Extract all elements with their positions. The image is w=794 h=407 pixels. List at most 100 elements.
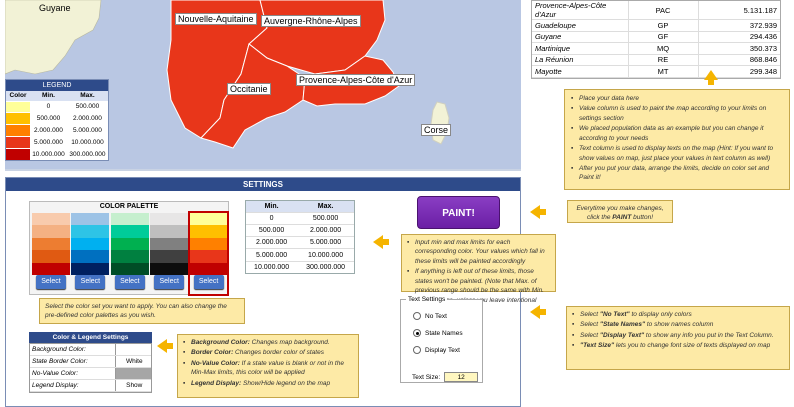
limit-min-cell[interactable]: 0 — [246, 211, 298, 225]
legend-min: 10.000.000 — [30, 147, 67, 160]
text-note-bold: "State Names" — [599, 321, 646, 329]
data-value-cell[interactable]: 372.939 — [697, 19, 780, 32]
limit-max-cell[interactable]: 10.000.000 — [297, 248, 354, 262]
palette-swatch — [110, 213, 149, 226]
data-row: Guadeloupe GP 372.939 — [532, 19, 780, 32]
radio-dot-icon[interactable] — [413, 312, 421, 320]
limits-note-item: Input min and max limits for each corres… — [407, 238, 550, 266]
data-code-cell[interactable]: MT — [627, 65, 698, 78]
text-option-radio[interactable]: No Text — [413, 312, 447, 320]
palette-swatch — [150, 225, 189, 238]
data-value-cell[interactable]: 294.436 — [697, 31, 780, 43]
color-setting-label: State Border Color: — [30, 355, 115, 369]
data-code-cell[interactable]: PAC — [627, 1, 698, 20]
limits-note: Input min and max limits for each corres… — [401, 234, 556, 313]
data-value-cell[interactable]: 5.131.187 — [697, 1, 780, 20]
limit-max-cell[interactable]: 2.000.000 — [297, 223, 354, 237]
legend-max: 10.000.000 — [66, 135, 108, 149]
limit-max-cell[interactable]: 500.000 — [297, 211, 354, 225]
radio-dot-icon[interactable] — [413, 346, 421, 354]
palette-select-button[interactable]: Select — [114, 275, 145, 289]
paint-button[interactable]: PAINT! — [417, 196, 500, 229]
legend-swatch — [6, 100, 30, 113]
data-name-cell[interactable]: Mayotte — [532, 65, 628, 78]
legend-row: 0 500.000 — [6, 100, 108, 113]
palette-swatch — [32, 262, 70, 275]
radio-dot-icon[interactable] — [413, 329, 421, 337]
text-note-item: Select "No Text" to display only colors — [572, 310, 784, 320]
data-row: Martinique MQ 350.373 — [532, 42, 780, 55]
color-setting-row: No-Value Color: — [30, 367, 151, 380]
color-note-item: No-Value Color: If a state value is blan… — [183, 359, 353, 378]
legend-row: 500.000 2.000.000 — [6, 112, 108, 125]
text-option-radio[interactable]: State Names — [413, 329, 463, 337]
text-option-radio[interactable]: Display Text — [413, 346, 460, 354]
color-setting-row: Legend Display: Show — [30, 379, 151, 392]
data-code-cell[interactable]: GF — [627, 31, 698, 43]
guyane-inset: Guyane — [5, 0, 109, 78]
palette-column — [110, 213, 149, 275]
label-corse: Corse — [421, 124, 452, 136]
color-setting-value[interactable]: White — [114, 355, 151, 369]
palette-swatch — [110, 237, 149, 251]
data-name-cell[interactable]: Guyane — [532, 31, 628, 43]
data-value-cell[interactable]: 868.846 — [697, 54, 780, 66]
color-note-text: Show/Hide legend on the map — [241, 379, 331, 387]
limits-header-max: Max. — [297, 201, 354, 212]
data-code-cell[interactable]: MQ — [627, 42, 698, 55]
palette-swatch — [150, 213, 189, 226]
limit-max-cell[interactable]: 300.000.000 — [297, 260, 354, 274]
paint-note-line3: button! — [633, 214, 654, 222]
text-size-input[interactable]: 12 — [444, 372, 479, 382]
data-name-cell[interactable]: La Réunion — [532, 54, 628, 66]
arrow-left-stem — [382, 239, 389, 245]
color-note-item: Legend Display: Show/Hide legend on the … — [183, 379, 353, 389]
color-note-bold: Background Color: — [191, 339, 250, 346]
palette-select-button[interactable]: Select — [75, 275, 106, 289]
data-note-item: We placed population data as an example … — [571, 124, 783, 143]
legend-swatch — [6, 135, 30, 149]
data-name-cell[interactable]: Guadeloupe — [532, 19, 628, 32]
limit-min-cell[interactable]: 10.000.000 — [246, 260, 298, 274]
arrow-left-stem — [539, 209, 546, 215]
legend-min: 500.000 — [30, 112, 67, 125]
legend-swatch — [6, 124, 30, 137]
palette-select-button[interactable]: Select — [36, 275, 66, 289]
palette-note: Select the color set you want to apply. … — [39, 298, 245, 324]
data-name-cell[interactable]: Martinique — [532, 42, 628, 55]
text-note-bold: "No Text" — [599, 311, 630, 318]
text-note-pre: Select — [580, 321, 600, 329]
limits-row: 2.000.000 5.000.000 — [246, 236, 354, 249]
data-value-cell[interactable]: 350.373 — [697, 42, 780, 55]
legend-swatch — [6, 112, 30, 125]
palette-select-button[interactable]: Select — [154, 275, 185, 289]
data-code-cell[interactable]: RE — [627, 54, 698, 66]
text-settings-title: Text Settings — [406, 296, 448, 303]
palette-column — [150, 213, 189, 275]
text-note-text: lets you to change font size of texts di… — [614, 342, 771, 350]
data-note-item: Value column is used to paint the map ac… — [571, 104, 783, 123]
limits-table: Min. Max. 0 500.000 500.000 2.000.000 2.000.… — [245, 200, 355, 275]
color-setting-value[interactable]: Show — [114, 379, 151, 392]
limit-max-cell[interactable]: 5.000.000 — [297, 236, 354, 249]
legend-row: 2.000.000 5.000.000 — [6, 124, 108, 137]
color-setting-label: No-Value Color: — [30, 367, 115, 380]
label-occitanie: Occitanie — [227, 83, 271, 95]
legend-header-color: Color — [6, 91, 30, 101]
data-code-cell[interactable]: GP — [627, 19, 698, 32]
limit-min-cell[interactable]: 5.000.000 — [246, 248, 298, 262]
color-setting-value[interactable] — [114, 367, 151, 380]
palette-swatch — [150, 250, 189, 263]
data-name-cell[interactable]: Provence-Alpes-Côte d'Azur — [532, 1, 628, 20]
limit-min-cell[interactable]: 500.000 — [246, 223, 298, 237]
color-setting-row: State Border Color: White — [30, 355, 151, 369]
color-legend-title: Color & Legend Settings — [29, 332, 152, 343]
palette-swatch — [71, 262, 110, 275]
label-nouvelle-aquitaine: Nouvelle-Aquitaine — [175, 13, 257, 25]
color-setting-value[interactable] — [114, 344, 151, 357]
limits-header-min: Min. — [246, 201, 298, 212]
limit-min-cell[interactable]: 2.000.000 — [246, 236, 298, 249]
limits-row: 0 500.000 — [246, 211, 354, 225]
legend-row: 5.000.000 10.000.000 — [6, 135, 108, 149]
text-settings-group: Text Settings No Text State Names Display … — [400, 296, 483, 383]
